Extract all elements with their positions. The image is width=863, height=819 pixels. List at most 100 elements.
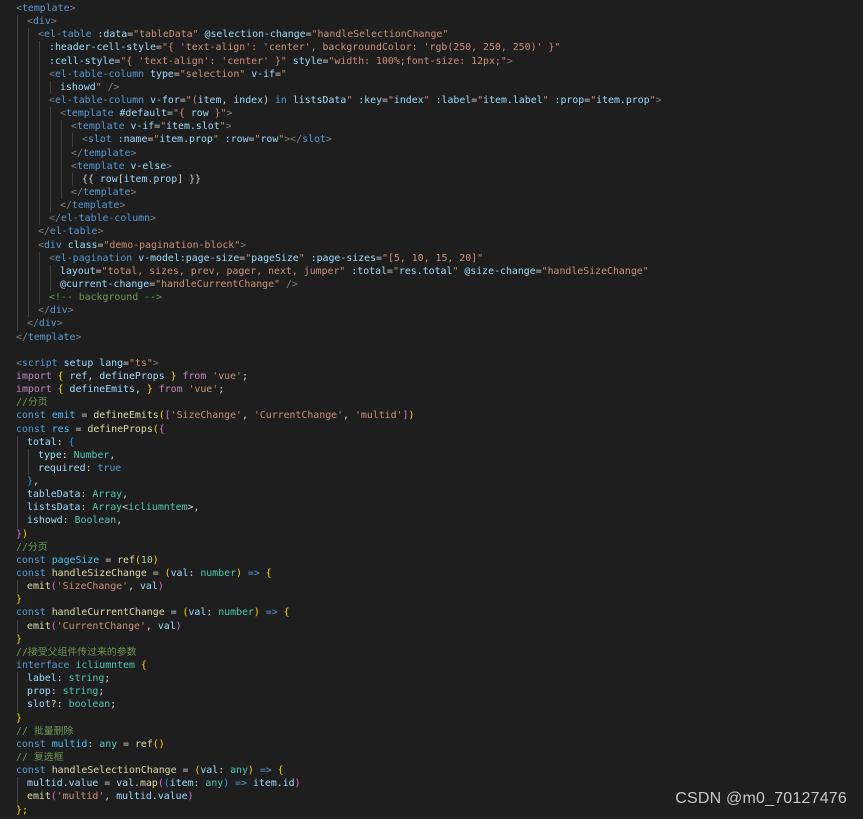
code-line[interactable]: multid.value = val.map((item: any) => it… [16,777,863,791]
code-line[interactable]: //分页 [16,396,863,409]
code-token: 'SizeChange' [170,410,242,422]
code-token: row [260,134,279,146]
code-line[interactable]: <el-table :data="tableData" @selection-c… [16,28,863,42]
code-token: ishowd [27,515,63,527]
code-line[interactable]: prop: string; [16,685,863,699]
code-line[interactable]: </template> [16,146,863,160]
code-line[interactable]: const handleCurrentChange = (val: number… [16,606,863,619]
code-line[interactable]: <slot :name="item.prop" :row="row"></slo… [16,133,863,147]
code-line[interactable]: ishowd: Boolean, [16,514,863,528]
code-line[interactable]: <el-pagination v-model:page-size="pageSi… [16,251,863,265]
code-token: 'vue' [212,370,242,382]
code-line[interactable]: const res = defineProps({ [16,423,863,436]
code-line[interactable]: {{ row[item.prop] }} [16,172,863,186]
code-token: lang [99,357,124,369]
code-token: 'vue' [188,384,219,396]
code-line[interactable]: :header-cell-style="{ 'text-align': 'cen… [16,41,863,55]
code-line[interactable]: layout="total, sizes, prev, pager, next,… [16,264,863,278]
code-token: , [116,515,123,527]
code-line[interactable]: // 批量删除 [16,725,863,738]
line-content: <div class="demo-pagination-block"> [38,240,246,251]
code-line[interactable]: tableData: Array, [16,488,863,502]
code-line[interactable]: </el-table> [16,225,863,239]
code-line[interactable]: } [16,712,863,725]
line-content: <script setup lang="ts"> [16,358,159,369]
code-line[interactable]: }, [16,475,863,489]
code-line[interactable]: const multid: any = ref() [16,738,863,751]
code-line[interactable]: const handleSelectionChange = (val: any)… [16,764,863,777]
code-token: v-if [251,68,275,80]
code-token: template [71,200,120,212]
code-token: : [61,449,74,461]
code-line[interactable]: </el-table-column> [16,212,863,226]
code-line[interactable]: // 复选框 [16,751,863,764]
code-line[interactable]: }) [16,528,863,541]
code-line[interactable]: required: true [16,461,863,476]
code-line[interactable]: type: Number, [16,448,863,462]
code-line[interactable]: <template> [16,2,863,15]
code-line[interactable]: label: string; [16,672,863,686]
code-line[interactable]: interface icliumntem { [16,659,863,672]
code-line[interactable]: } [16,633,863,646]
code-line[interactable]: } [16,593,863,606]
code-line[interactable]: </div> [16,317,863,331]
indent-guide [17,15,18,29]
code-line[interactable]: <script setup lang="ts"> [16,357,863,370]
code-line[interactable]: <el-table-column type="selection" v-if=" [16,67,863,81]
code-line[interactable]: emit('SizeChange', val) [16,580,863,594]
code-token: slot [87,134,112,146]
code-line[interactable]: const pageSize = ref(10) [16,554,863,567]
code-token: // 复选框 [16,752,64,764]
line-content: <template #default="{ row }"> [60,108,232,119]
code-token: ref [117,554,135,566]
code-line[interactable]: //接受父组件传过来的参数 [16,646,863,659]
code-token: :name [117,134,148,146]
code-token: any [230,765,248,777]
code-line[interactable]: <template v-else> [16,159,863,173]
code-line[interactable]: <el-table-column v-for="(item, index) in… [16,93,863,108]
code-line[interactable] [16,344,863,357]
code-token: #default [119,108,168,120]
code-token: val [188,607,207,619]
code-line[interactable]: <template v-if="item.slot"> [16,120,863,134]
code-line[interactable]: import { ref, defineProps } from 'vue'; [16,370,863,383]
code-line[interactable]: const handleSizeChange = (val: number) =… [16,567,863,580]
code-line[interactable]: <div class="demo-pagination-block"> [16,238,863,252]
indent-guide [28,291,29,305]
code-line[interactable]: </div> [16,304,863,318]
code-token: item.label [483,94,543,106]
code-token: > [240,239,247,251]
code-line[interactable]: :cell-style="{ 'text-align': 'center' }"… [16,54,863,68]
code-token: total [27,436,57,448]
code-line[interactable]: @current-change="handleCurrentChange" /> [16,277,863,292]
code-token: val [170,568,189,580]
code-line[interactable]: <!-- background --> [16,291,863,305]
code-line[interactable]: emit('CurrentChange', val) [16,619,863,633]
code-token: { [265,568,272,580]
code-line[interactable]: ishowd" /> [16,80,863,94]
code-line[interactable]: </template> [16,185,863,200]
code-line[interactable]: <template #default="{ row }"> [16,107,863,121]
code-token: > [506,55,513,67]
code-line[interactable]: import { defineEmits, } from 'vue'; [16,383,863,396]
code-token: }; [16,804,28,816]
line-content: listsData: Array<icliumntem>, [27,502,199,513]
indent-guide [17,698,18,712]
code-editor[interactable]: <template> <div> <el-table :data="tableDat… [0,0,863,819]
code-token: = [98,778,117,790]
indent-guide [17,199,18,213]
code-line[interactable]: <div> [16,15,863,29]
code-token: "{ 'text-align': 'center', backgroundCol… [161,42,561,54]
indent-guide [72,172,73,186]
code-line[interactable]: //分页 [16,541,863,554]
code-line[interactable]: const emit = defineEmits(['SizeChange', … [16,409,863,422]
line-content: }; [16,805,28,816]
code-area[interactable]: <template> <div> <el-table :data="tableDat… [16,2,863,817]
code-line[interactable]: listsData: Array<icliumntem>, [16,501,863,515]
code-line[interactable]: </template> [16,199,863,213]
indent-guide [39,212,40,226]
code-line[interactable]: slot?: boolean; [16,698,863,712]
code-line[interactable]: total: { [16,435,863,449]
code-line[interactable]: </template> [16,331,863,344]
line-content: slot?: boolean; [27,699,116,710]
